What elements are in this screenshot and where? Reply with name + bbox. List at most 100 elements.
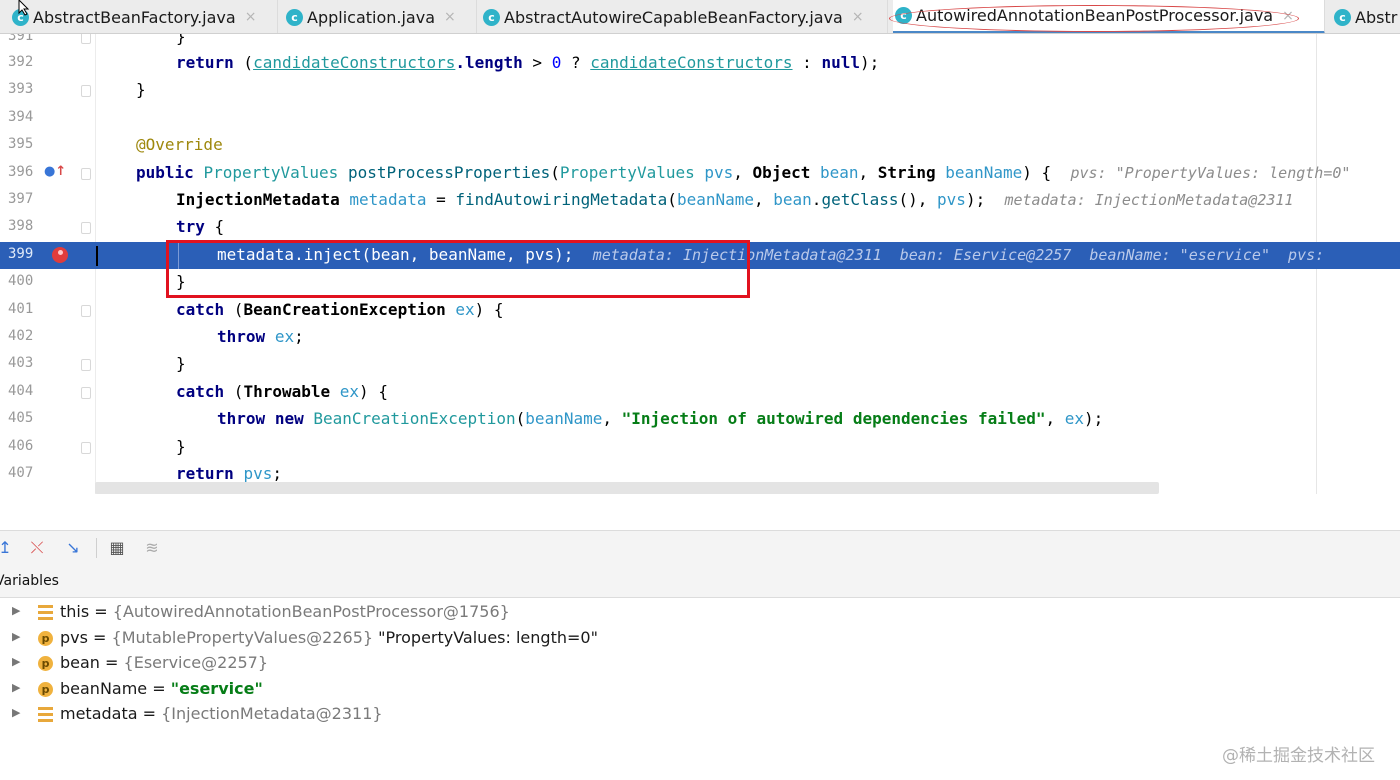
line-number: 407 [8,465,34,481]
variables-panel-header: Variables [0,564,1400,598]
line-number: 397 [8,191,34,207]
code-line: 394 [0,105,1400,132]
step-into-icon[interactable]: ↘ [62,537,84,559]
parameter-icon: p [38,681,53,697]
tab-abstract-bean-factory[interactable]: c AbstractBeanFactory.java × [10,0,278,33]
code-line: 406 } [0,434,1400,461]
variable-row[interactable]: ▶ this = {AutowiredAnnotationBeanPostPro… [0,600,1400,626]
line-number: 398 [8,218,34,235]
evaluate-grid-icon[interactable]: ▦ [106,537,128,559]
expand-arrow-icon[interactable]: ▶ [12,706,20,719]
fold-marker-icon[interactable] [81,359,91,372]
fold-marker-icon[interactable] [81,304,91,317]
editor-tab-bar: c AbstractBeanFactory.java × c Applicati… [0,0,1400,34]
breakpoint-icon[interactable] [52,246,68,263]
code-text: catch (Throwable ex) { [176,381,388,401]
code-text: } [176,34,186,46]
fold-marker-icon[interactable] [81,85,91,98]
toolbar-separator [96,538,97,558]
code-line: 402 throw ex; [0,324,1400,351]
line-number: 405 [8,410,34,427]
line-number: 394 [8,108,34,125]
parameter-icon: p [38,656,53,671]
line-number: 400 [8,273,34,290]
line-number: 392 [8,54,34,70]
expand-arrow-icon[interactable]: ▶ [12,655,20,668]
expand-arrow-icon[interactable]: ▶ [12,681,20,694]
line-number: 402 [8,328,34,344]
code-text: throw new BeanCreationException(beanName… [217,409,1104,429]
code-text: } [136,80,146,100]
fold-marker-icon[interactable] [81,441,91,454]
line-number: 404 [8,382,34,399]
code-line: 403 } [0,351,1400,378]
class-icon: c [286,8,303,26]
line-number: 399 [8,245,34,262]
class-icon: c [483,8,500,26]
code-line: 393 } [0,77,1400,104]
line-number: 396 [8,163,34,180]
parameter-icon: p [38,630,53,646]
variable-text: pvs = {MutablePropertyValues@2265} "Prop… [60,627,598,647]
variable-row[interactable]: ▶ p beanName = "eservice" [0,677,1400,703]
variable-text: bean = {Eservice@2257} [60,653,269,672]
expand-arrow-icon[interactable]: ▶ [12,630,20,643]
show-execution-point-icon[interactable]: ↥ [0,537,16,559]
line-number: 395 [8,136,34,153]
code-line: 401 catch (BeanCreationException ex) { [0,297,1400,324]
variables-tree: ▶ this = {AutowiredAnnotationBeanPostPro… [0,599,1400,780]
code-line: 398 try { [0,214,1400,241]
text-caret [96,245,98,266]
fold-marker-icon[interactable] [81,386,91,399]
variable-text: this = {AutowiredAnnotationBeanPostProce… [60,602,510,621]
fold-marker-icon[interactable] [81,222,91,235]
close-icon[interactable]: × [245,9,257,25]
trace-icon[interactable]: ≋ [141,537,163,559]
tab-abstract-autowire-capable-bean-factory[interactable]: c AbstractAutowireCapableBeanFactory.jav… [481,0,888,33]
code-text: return pvs; [176,464,282,483]
code-line: 392 return (candidateConstructors.length… [0,50,1400,77]
code-line: 395 @Override [0,132,1400,159]
code-line: 396 ●↑ public PropertyValues postProcess… [0,160,1400,187]
close-icon[interactable]: × [852,9,864,25]
expand-arrow-icon[interactable]: ▶ [12,604,20,617]
fold-marker-icon[interactable] [81,34,91,44]
variable-row[interactable]: ▶ p pvs = {MutablePropertyValues@2265} "… [0,626,1400,652]
variable-row[interactable]: ▶ metadata = {InjectionMetadata@2311} [0,702,1400,728]
horizontal-scrollbar[interactable] [95,482,1159,494]
variables-title: Variables [0,573,59,589]
line-number: 391 [8,34,34,44]
code-text: } [176,354,186,374]
variable-text: metadata = {InjectionMetadata@2311} [60,704,383,723]
code-text: public PropertyValues postProcessPropert… [136,162,1351,182]
code-text: InjectionMetadata metadata = findAutowir… [176,190,1294,209]
code-line: 391 } [0,34,1400,51]
debug-toolbar: ↥ ⤬ ↘ ▦ ≋ [0,530,1400,564]
tab-annotation-ellipse [889,5,1299,32]
drop-frame-icon[interactable]: ⤬ [26,537,48,559]
code-editor[interactable]: 391 } 392 return (candidateConstructors.… [0,34,1400,494]
tab-label: AbstractBeanFactory.java [33,7,236,27]
line-number: 406 [8,437,34,454]
code-text: try { [176,217,225,237]
close-icon[interactable]: × [444,9,456,25]
code-text: throw ex; [217,327,304,346]
line-number: 393 [8,81,34,98]
tab-abstr[interactable]: c Abstr [1332,0,1400,33]
watermark: @稀土掘金技术社区 [1222,746,1375,766]
tab-label: AbstractAutowireCapableBeanFactory.java [504,7,843,27]
code-text: return (candidateConstructors.length > 0… [176,53,880,72]
overrides-method-icon[interactable]: ●↑ [44,164,68,182]
code-line: 404 catch (Throwable ex) { [0,379,1400,406]
line-number: 403 [8,355,34,372]
fold-marker-icon[interactable] [81,167,91,180]
line-number: 401 [8,300,34,317]
code-text: catch (BeanCreationException ex) { [176,299,504,319]
code-line: 397 InjectionMetadata metadata = findAut… [0,187,1400,214]
inline-debug-hint: pvs: "PropertyValues: length=0" [1070,163,1351,182]
mouse-cursor-icon [18,0,30,16]
code-text: } [176,436,186,456]
variable-row[interactable]: ▶ p bean = {Eservice@2257} [0,651,1400,677]
code-line: 405 throw new BeanCreationException(bean… [0,406,1400,433]
tab-application[interactable]: c Application.java × [284,0,477,33]
